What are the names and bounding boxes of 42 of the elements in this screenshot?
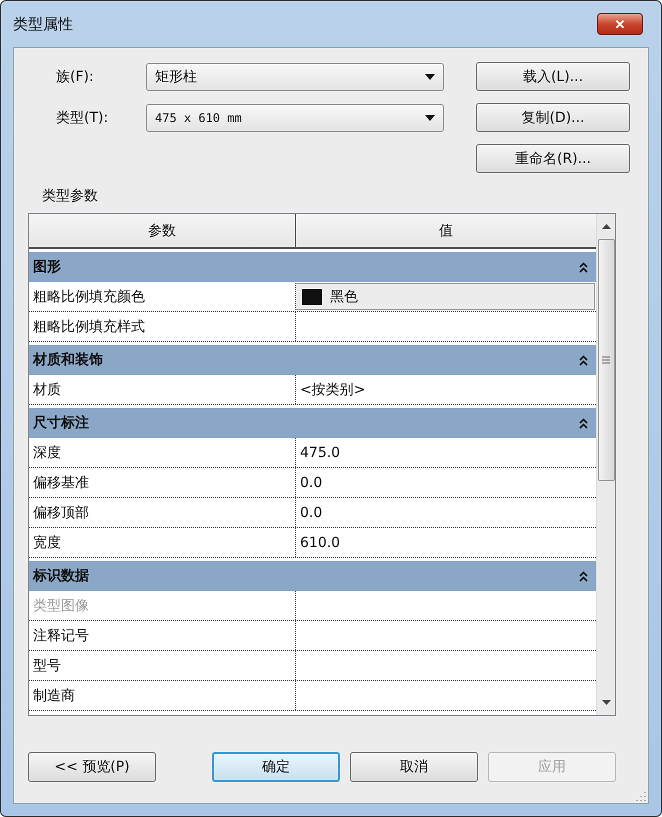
group-header[interactable]: 标识数据: [29, 561, 596, 591]
duplicate-button[interactable]: 复制(D)...: [476, 103, 630, 132]
rename-button[interactable]: 重命名(R)...: [476, 144, 630, 173]
scrollbar[interactable]: [596, 214, 615, 715]
collapse-icon[interactable]: [579, 418, 588, 428]
parameter-name: 粗略比例填充颜色: [32, 288, 146, 306]
scroll-thumb[interactable]: [598, 239, 614, 481]
dialog-button[interactable]: 确定: [212, 752, 340, 782]
parameter-name: 深度: [32, 444, 62, 462]
parameter-name: 注释记号: [32, 626, 90, 646]
collapse-icon[interactable]: [579, 570, 588, 582]
parameter-name: 类型图像: [32, 596, 90, 616]
collapse-icon[interactable]: [579, 354, 588, 366]
load-button[interactable]: 载入(L)...: [476, 62, 630, 91]
parameter-name: 偏移顶部: [32, 504, 90, 522]
parameter-name: 型号: [32, 656, 62, 676]
collapse-icon[interactable]: [579, 262, 588, 272]
close-button[interactable]: ✕: [597, 13, 643, 35]
resize-grip-icon[interactable]: [636, 791, 646, 801]
parameter-name: 粗略比例填充样式: [32, 318, 146, 336]
parameter-name: 材质: [32, 380, 62, 400]
window-title: 类型属性: [13, 14, 73, 34]
parameter-name: 制造商: [32, 686, 76, 706]
scroll-down-icon[interactable]: [602, 700, 610, 705]
dropdown-arrow-icon: [425, 114, 435, 120]
family-label: 族(F):: [55, 68, 95, 86]
type-label: 类型(T):: [55, 108, 110, 126]
family-dropdown[interactable]: 矩形柱: [146, 62, 444, 90]
type-dropdown[interactable]: 475 x 610 mm: [146, 104, 444, 132]
dropdown-arrow-icon: [425, 74, 435, 80]
column-header[interactable]: 参数: [29, 214, 295, 247]
group-header[interactable]: 尺寸标注: [29, 408, 596, 438]
group-header[interactable]: 材质和装饰: [29, 345, 596, 375]
scroll-up-icon[interactable]: [602, 224, 610, 229]
section-title: 类型参数: [42, 187, 99, 205]
column-header[interactable]: 值: [295, 214, 596, 247]
group-header[interactable]: 图形: [29, 252, 596, 282]
color-value-button[interactable]: 黑色: [295, 283, 595, 310]
parameter-name: 宽度: [32, 534, 62, 552]
dialog-button[interactable]: << 预览(P): [28, 752, 156, 782]
parameter-name: 偏移基准: [32, 474, 90, 492]
dialog-button[interactable]: 取消: [350, 752, 478, 782]
